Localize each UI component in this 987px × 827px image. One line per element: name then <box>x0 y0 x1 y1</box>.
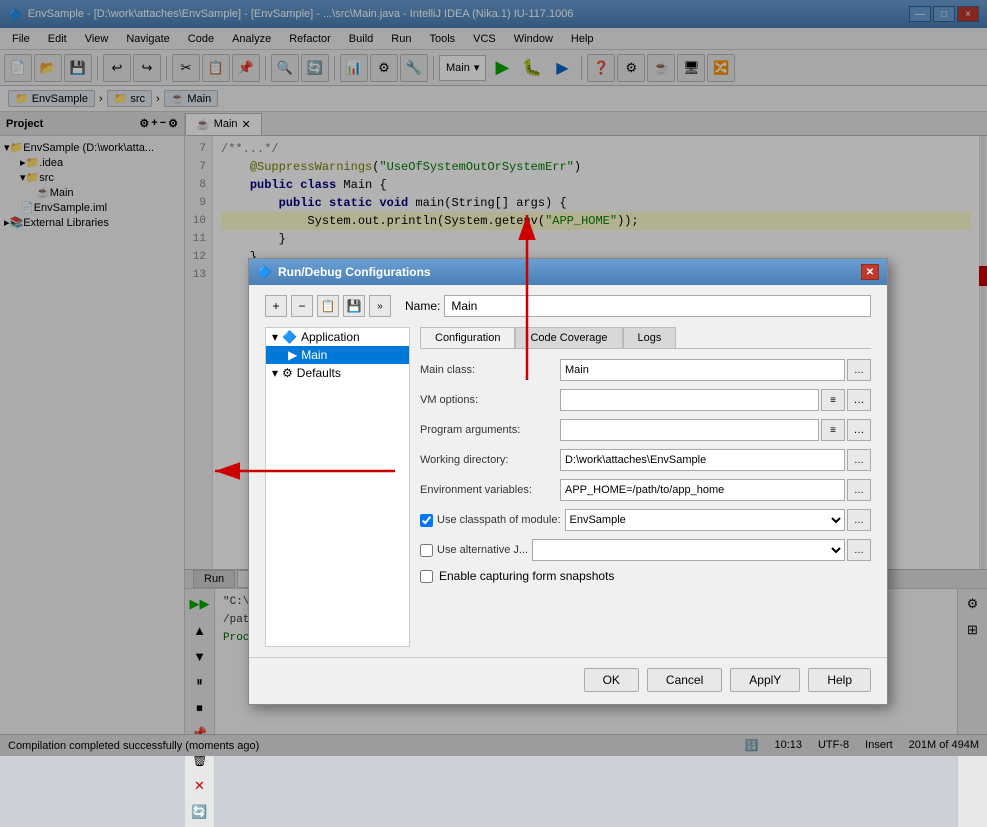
dialog-main-area: ▾ 🔷 Application ▶ Main ▾ ⚙ Defaults <box>265 327 871 647</box>
run-filter-btn[interactable]: ✕ <box>189 775 211 797</box>
program-args-row: Program arguments: ≡ … <box>420 419 871 441</box>
dialog-save-btn[interactable]: 💾 <box>343 295 365 317</box>
tree-label-application: Application <box>301 330 360 344</box>
run-sync-btn[interactable]: 🔄 <box>189 801 211 823</box>
vm-options-input[interactable] <box>560 389 819 411</box>
env-vars-label: Environment variables: <box>420 484 560 496</box>
env-vars-input[interactable] <box>560 479 845 501</box>
dialog-tree-panel: ▾ 🔷 Application ▶ Main ▾ ⚙ Defaults <box>265 327 410 647</box>
dialog-tree-defaults[interactable]: ▾ ⚙ Defaults <box>266 364 409 382</box>
alt-jre-label: Use alternative J... <box>437 544 528 556</box>
app-type-icon: 🔷 <box>282 330 297 344</box>
vm-options-browse-btn[interactable]: … <box>847 389 871 411</box>
dialog-footer: OK Cancel ApplY Help <box>249 657 887 704</box>
program-args-input[interactable] <box>560 419 819 441</box>
name-input[interactable] <box>444 295 871 317</box>
classpath-label: Use classpath of module: <box>437 514 561 526</box>
tree-label-main-config: Main <box>301 348 327 362</box>
dialog-toolbar: + − 📋 💾 » Name: <box>265 295 871 317</box>
dialog-remove-btn[interactable]: − <box>291 295 313 317</box>
run-config-icon: ▶ <box>288 348 297 362</box>
dialog-icon: 🔷 <box>257 265 272 279</box>
classpath-row: Use classpath of module: EnvSample … <box>420 509 871 531</box>
capture-snapshots-checkbox[interactable] <box>420 570 433 583</box>
dialog-tree-main[interactable]: ▶ Main <box>266 346 409 364</box>
vm-options-expand-btn[interactable]: ≡ <box>821 389 845 411</box>
program-args-expand-btn[interactable]: ≡ <box>821 419 845 441</box>
dialog-config-panel: Configuration Code Coverage Logs Main cl… <box>410 327 871 647</box>
expand-icon-defaults: ▾ <box>272 366 278 380</box>
dialog-add-btn[interactable]: + <box>265 295 287 317</box>
vm-options-label: VM options: <box>420 394 560 406</box>
alt-jre-browse-btn[interactable]: … <box>847 539 871 561</box>
classpath-checkbox[interactable] <box>420 514 433 527</box>
dialog-tree-application[interactable]: ▾ 🔷 Application <box>266 328 409 346</box>
dialog-title-bar: 🔷 Run/Debug Configurations ✕ <box>249 259 887 285</box>
working-dir-label: Working directory: <box>420 454 560 466</box>
dialog-title-label: Run/Debug Configurations <box>278 265 431 279</box>
program-args-browse-btn[interactable]: … <box>847 419 871 441</box>
classpath-select[interactable]: EnvSample <box>565 509 845 531</box>
main-class-row: Main class: … <box>420 359 871 381</box>
defaults-icon: ⚙ <box>282 366 293 380</box>
dialog-ok-button[interactable]: OK <box>584 668 639 692</box>
dialog-overlay: 🔷 Run/Debug Configurations ✕ + − 📋 💾 » N… <box>0 0 987 756</box>
dialog-more-btn[interactable]: » <box>369 295 391 317</box>
env-vars-row: Environment variables: … <box>420 479 871 501</box>
dialog-tab-logs[interactable]: Logs <box>623 327 677 348</box>
name-label: Name: <box>405 299 440 313</box>
working-dir-input[interactable] <box>560 449 845 471</box>
working-dir-browse-btn[interactable]: … <box>847 449 871 471</box>
dialog-config-tabs: Configuration Code Coverage Logs <box>420 327 871 349</box>
capture-snapshots-row: Enable capturing form snapshots <box>420 569 871 583</box>
alt-jre-checkbox[interactable] <box>420 544 433 557</box>
working-dir-row: Working directory: … <box>420 449 871 471</box>
dialog-copy-btn[interactable]: 📋 <box>317 295 339 317</box>
tree-label-defaults: Defaults <box>297 366 341 380</box>
dialog-tab-configuration[interactable]: Configuration <box>420 327 515 348</box>
dialog-apply-button[interactable]: ApplY <box>730 668 800 692</box>
capture-snapshots-label: Enable capturing form snapshots <box>439 569 614 583</box>
main-class-label: Main class: <box>420 364 560 376</box>
dialog-tab-code-coverage[interactable]: Code Coverage <box>515 327 622 348</box>
expand-icon-app: ▾ <box>272 330 278 344</box>
dialog-help-button[interactable]: Help <box>808 668 871 692</box>
classpath-browse-btn[interactable]: … <box>847 509 871 531</box>
dialog-close-button[interactable]: ✕ <box>861 264 879 280</box>
run-debug-dialog: 🔷 Run/Debug Configurations ✕ + − 📋 💾 » N… <box>248 258 888 705</box>
main-class-browse-btn[interactable]: … <box>847 359 871 381</box>
alt-jre-select[interactable] <box>532 539 845 561</box>
main-class-input[interactable] <box>560 359 845 381</box>
dialog-cancel-button[interactable]: Cancel <box>647 668 722 692</box>
env-vars-browse-btn[interactable]: … <box>847 479 871 501</box>
program-args-label: Program arguments: <box>420 424 560 436</box>
vm-options-row: VM options: ≡ … <box>420 389 871 411</box>
dialog-body: + − 📋 💾 » Name: ▾ 🔷 Application <box>249 285 887 657</box>
alt-jre-row: Use alternative J... … <box>420 539 871 561</box>
